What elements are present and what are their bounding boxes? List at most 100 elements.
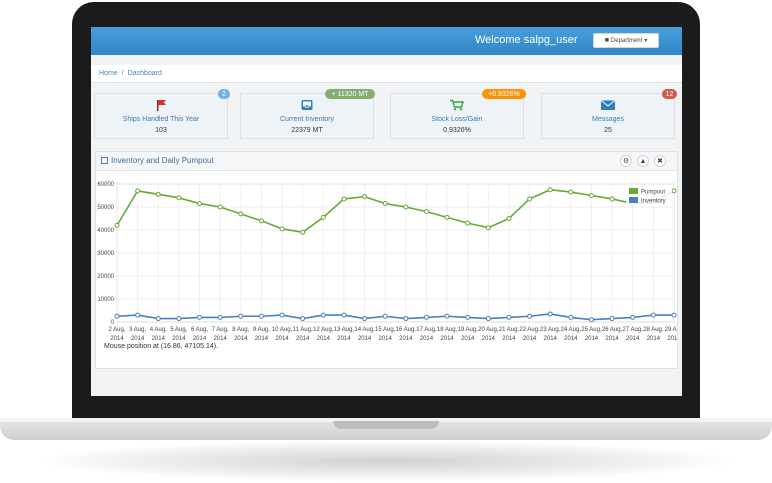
data-point-inventory bbox=[279, 312, 285, 318]
data-point-inventory bbox=[258, 313, 264, 319]
tile-messages[interactable]: 12 Messages 25 bbox=[541, 89, 677, 139]
tile-ships-handled[interactable]: 2 Ships Handled This Year 103 bbox=[94, 89, 230, 139]
x-tick-year: 2014 bbox=[379, 336, 393, 342]
y-tick-label: 50000 bbox=[97, 205, 114, 211]
data-point-inventory bbox=[362, 316, 368, 322]
x-tick-year: 2014 bbox=[544, 336, 558, 342]
data-point-pumpout bbox=[258, 218, 264, 224]
x-tick-label: 26 Aug, bbox=[602, 327, 623, 333]
data-point-inventory bbox=[382, 313, 388, 319]
x-tick-label: 7 Aug, bbox=[212, 327, 229, 333]
x-tick-label: 23 Aug, bbox=[540, 327, 561, 333]
data-point-inventory bbox=[527, 313, 533, 319]
line-chart[interactable]: 0 10000 20000 30000 40000 50000 60000 2 Aug, 201… bbox=[96, 172, 677, 344]
data-point-pumpout bbox=[588, 193, 594, 198]
settings-icon[interactable]: ⚙ bbox=[620, 155, 632, 167]
widget-header: Inventory and Daily Pumpout ⚙ ▲ ✖ bbox=[96, 152, 677, 171]
x-tick-year: 2014 bbox=[605, 336, 619, 342]
data-point-pumpout bbox=[423, 209, 429, 215]
x-tick-year: 2014 bbox=[626, 336, 640, 342]
x-tick-year: 2014 bbox=[152, 336, 166, 342]
widget-title: Inventory and Daily Pumpout bbox=[111, 156, 214, 165]
data-point-inventory bbox=[197, 314, 203, 320]
tile-current-inventory[interactable]: + 11320 MT Current Inventory 22379 MT bbox=[240, 89, 375, 139]
data-point-pumpout bbox=[238, 211, 244, 217]
x-tick-label: 29 Aug bbox=[665, 327, 677, 333]
data-point-inventory bbox=[320, 312, 326, 318]
x-tick-label: 16 Aug, bbox=[396, 327, 417, 333]
laptop-notch bbox=[333, 421, 439, 429]
data-point-inventory bbox=[135, 312, 141, 318]
data-point-pumpout bbox=[444, 214, 450, 220]
cart-icon bbox=[391, 99, 523, 111]
x-tick-year: 2014 bbox=[255, 336, 269, 342]
x-tick-year: 2014 bbox=[172, 336, 186, 342]
data-point-inventory bbox=[671, 312, 677, 318]
x-tick-label: 14 Aug, bbox=[354, 327, 375, 333]
data-point-inventory bbox=[444, 313, 450, 319]
top-navbar: Welcome salpg_user ■ Department ▾ bbox=[91, 27, 682, 55]
chart-icon bbox=[101, 157, 108, 164]
data-point-inventory bbox=[506, 314, 512, 320]
tile-value: 0.9326% bbox=[443, 127, 471, 134]
breadcrumb-home[interactable]: Home bbox=[99, 70, 118, 77]
data-point-pumpout bbox=[176, 195, 182, 201]
x-tick-label: 20 Aug, bbox=[478, 327, 499, 333]
data-point-pumpout bbox=[300, 229, 306, 235]
data-point-inventory bbox=[568, 314, 574, 320]
data-point-pumpout bbox=[217, 204, 223, 210]
x-tick-label: 5 Aug, bbox=[170, 327, 187, 333]
x-tick-year: 2014 bbox=[523, 336, 537, 342]
x-tick-year: 2014 bbox=[482, 336, 496, 342]
x-tick-year: 2014 bbox=[234, 336, 248, 342]
inbox-icon bbox=[241, 99, 373, 111]
data-point-inventory bbox=[547, 311, 553, 317]
x-tick-year: 2014 bbox=[440, 336, 454, 342]
app-screen: Welcome salpg_user ■ Department ▾ Home /… bbox=[91, 27, 682, 396]
x-tick-year: 2014 bbox=[564, 336, 578, 342]
data-point-pumpout bbox=[197, 201, 203, 207]
data-point-pumpout bbox=[114, 222, 120, 228]
x-tick-label: 22 Aug, bbox=[519, 327, 540, 333]
x-tick-year: 2014 bbox=[502, 336, 516, 342]
caret-down-icon: ▾ bbox=[644, 38, 648, 44]
x-tick-label: 11 Aug, bbox=[293, 327, 313, 333]
data-point-inventory bbox=[176, 316, 182, 322]
data-point-pumpout bbox=[609, 196, 615, 202]
data-point-pumpout bbox=[485, 225, 491, 231]
breadcrumb: Home / Dashboard bbox=[91, 65, 682, 83]
x-tick-label: 6 Aug, bbox=[191, 327, 208, 333]
flag-icon bbox=[95, 99, 227, 111]
x-tick-label: 19 Aug, bbox=[458, 327, 479, 333]
x-tick-label: 2 Aug, bbox=[108, 327, 125, 333]
y-tick-label: 40000 bbox=[97, 228, 114, 234]
department-button[interactable]: ■ Department ▾ bbox=[593, 33, 659, 48]
tile-label: Ships Handled This Year bbox=[122, 116, 200, 123]
x-tick-label: 17 Aug, bbox=[416, 327, 437, 333]
tile-stock-loss-gain[interactable]: +0.9326% Stock Loss/Gain 0.9326% bbox=[390, 89, 526, 139]
data-point-pumpout bbox=[320, 214, 326, 220]
tile-label: Current Inventory bbox=[279, 116, 335, 123]
data-point-pumpout bbox=[568, 189, 574, 195]
x-tick-year: 2014 bbox=[461, 336, 475, 342]
tile-label: Messages bbox=[592, 116, 624, 123]
x-tick-label: 25 Aug, bbox=[581, 327, 602, 333]
laptop-shadow bbox=[40, 441, 732, 481]
x-tick-year: 2014 bbox=[110, 336, 124, 342]
tile-value: 22379 MT bbox=[291, 127, 323, 134]
x-tick-year: 2014 bbox=[317, 336, 331, 342]
legend-swatch-pumpout bbox=[629, 188, 638, 194]
messages-badge: 12 bbox=[662, 89, 677, 99]
y-tick-label: 20000 bbox=[97, 274, 114, 280]
data-point-inventory bbox=[155, 316, 161, 322]
x-tick-label: 15 Aug, bbox=[375, 327, 396, 333]
close-icon[interactable]: ✖ bbox=[654, 155, 666, 167]
x-tick-label: 9 Aug, bbox=[253, 327, 270, 333]
collapse-icon[interactable]: ▲ bbox=[637, 155, 649, 167]
stock-badge: +0.9326% bbox=[482, 89, 526, 99]
x-tick-year: 2014 bbox=[585, 336, 599, 342]
breadcrumb-current[interactable]: Dashboard bbox=[128, 70, 162, 77]
data-point-inventory bbox=[341, 312, 347, 318]
ships-badge: 2 bbox=[218, 89, 230, 99]
data-point-inventory bbox=[630, 314, 636, 320]
